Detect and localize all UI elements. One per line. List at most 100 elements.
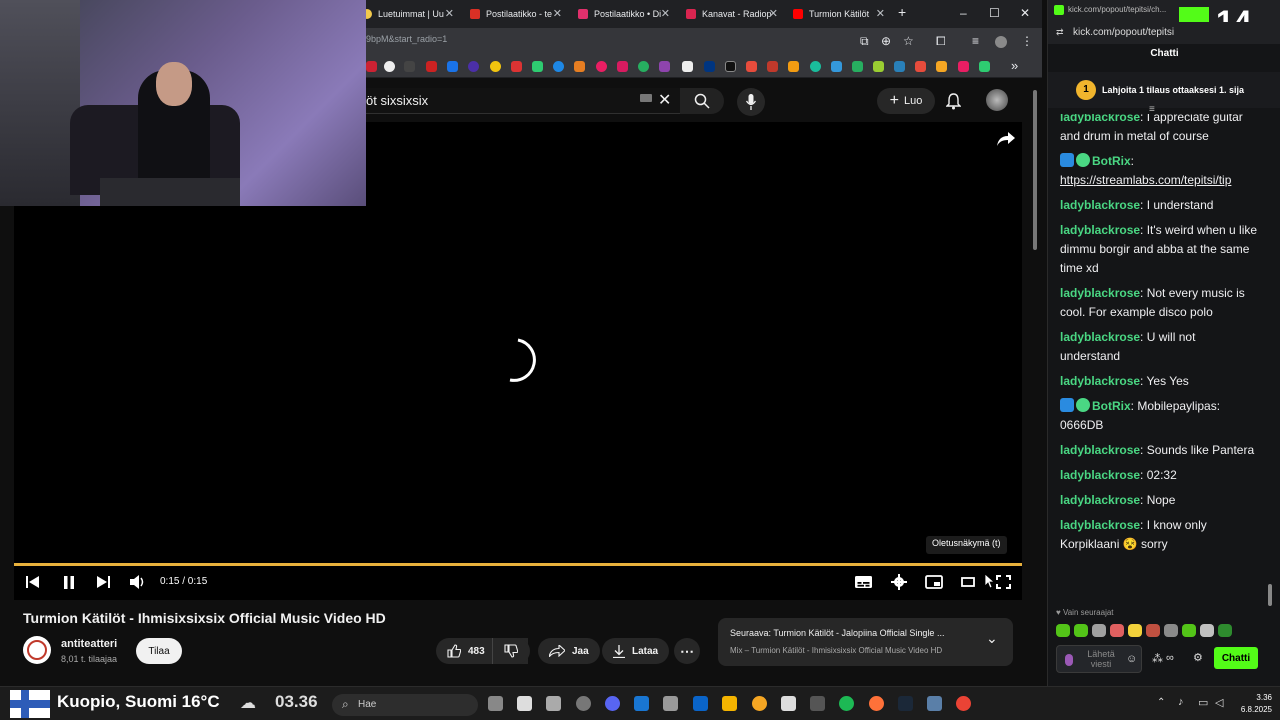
share-arrow-icon[interactable] — [997, 132, 1015, 146]
minimize-button[interactable]: – — [960, 6, 967, 20]
close-tab-icon[interactable]: ✕ — [445, 7, 454, 20]
download-button[interactable]: Lataa — [602, 638, 670, 664]
bookmarks-overflow-icon[interactable]: » — [1011, 58, 1018, 73]
bookmark-icon[interactable] — [831, 61, 842, 72]
bookmark-icon[interactable] — [915, 61, 926, 72]
app-icon[interactable] — [576, 696, 591, 711]
chrome-icon[interactable] — [956, 696, 971, 711]
dislike-button[interactable] — [492, 638, 530, 664]
bookmark-icon[interactable] — [596, 61, 607, 72]
task-view-icon[interactable] — [488, 696, 503, 711]
chevron-up-icon[interactable]: ⌃ — [1157, 697, 1165, 708]
tab-radio[interactable]: Kanavat - Radiop ✕ — [686, 4, 778, 24]
chat-scrollbar[interactable] — [1268, 584, 1272, 606]
chevron-down-icon[interactable]: ⌄ — [986, 630, 998, 647]
notifications-bell-icon[interactable] — [946, 93, 961, 110]
subtitles-icon[interactable] — [855, 576, 872, 588]
emoji-icon[interactable]: ☺ — [1126, 653, 1137, 665]
settings-toggle-icon[interactable]: ⇄ — [1056, 27, 1064, 38]
miniplayer-icon[interactable] — [925, 575, 943, 589]
settings-icon[interactable]: ⚙ — [1193, 651, 1203, 664]
close-tab-icon[interactable]: ✕ — [769, 7, 778, 20]
app-icon[interactable] — [752, 696, 767, 711]
emote-icon[interactable] — [1092, 624, 1106, 637]
previous-icon[interactable] — [26, 576, 40, 588]
search-input[interactable]: öt sixsixsix ✕ — [366, 88, 680, 114]
chat-username[interactable]: ladyblackrose — [1060, 374, 1140, 388]
bookmark-icon[interactable] — [704, 61, 715, 72]
subscribe-button[interactable]: Tilaa — [136, 638, 182, 664]
profile-avatar[interactable] — [995, 36, 1007, 48]
chat-username[interactable]: ladyblackrose — [1060, 468, 1140, 482]
emote-icon[interactable] — [1056, 624, 1070, 637]
emote-icon[interactable] — [1110, 624, 1124, 637]
emote-icon[interactable] — [1146, 624, 1160, 637]
menu-kebab-icon[interactable]: ⋮ — [1021, 34, 1033, 48]
chat-text[interactable]: https://streamlabs.com/tepitsi/tip — [1060, 173, 1231, 187]
close-tab-icon[interactable]: ✕ — [661, 7, 670, 20]
emote-icon[interactable] — [1218, 624, 1232, 637]
app-icon[interactable] — [781, 696, 796, 711]
search-button[interactable] — [680, 88, 724, 114]
keyboard-icon[interactable] — [640, 94, 652, 102]
page-scrollbar[interactable] — [1030, 80, 1040, 680]
microphone-icon[interactable] — [1065, 654, 1073, 666]
firefox-icon[interactable] — [869, 696, 884, 711]
bookmark-star-icon[interactable]: ☆ — [903, 34, 914, 48]
file-explorer-icon[interactable] — [722, 696, 737, 711]
volume-icon[interactable]: ◁ — [1215, 696, 1223, 709]
bookmark-icon[interactable] — [979, 61, 990, 72]
tab-instagram[interactable]: Postilaatikko • Di ✕ — [578, 4, 670, 24]
bookmark-icon[interactable] — [366, 61, 377, 72]
app-icon[interactable] — [810, 696, 825, 711]
bookmark-icon[interactable] — [958, 61, 969, 72]
chat-message-input[interactable]: Lähetä viesti ☺ — [1056, 645, 1142, 673]
channel-name[interactable]: antiteatteri — [61, 638, 117, 650]
bookmark-icon[interactable] — [894, 61, 905, 72]
create-button[interactable]: + Luo — [877, 88, 935, 114]
calculator-icon[interactable] — [634, 696, 649, 711]
bookmark-icon[interactable] — [468, 61, 479, 72]
settings-icon[interactable] — [663, 696, 678, 711]
bookmark-icon[interactable] — [659, 61, 670, 72]
emote-icon[interactable] — [1074, 624, 1088, 637]
stats-app-icon[interactable] — [517, 696, 532, 711]
weather-widget[interactable]: Kuopio, Suomi 16°C — [57, 692, 220, 712]
bookmark-icon[interactable] — [936, 61, 947, 72]
chat-username[interactable]: ladyblackrose — [1060, 493, 1140, 507]
account-avatar[interactable] — [986, 89, 1008, 111]
emote-icon[interactable] — [1182, 624, 1196, 637]
close-tab-icon[interactable]: ✕ — [553, 7, 562, 20]
bookmark-icon[interactable] — [788, 61, 799, 72]
chat-send-button[interactable]: Chatti — [1214, 647, 1258, 669]
app-icon[interactable] — [546, 696, 561, 711]
chat-url[interactable]: kick.com/popout/tepitsi — [1073, 27, 1174, 38]
bookmark-icon[interactable] — [384, 61, 395, 72]
maximize-button[interactable]: ☐ — [989, 6, 1000, 20]
emote-icon[interactable] — [1128, 624, 1142, 637]
system-clock[interactable]: 3.36 6.8.2025 — [1234, 692, 1272, 716]
bookmark-icon[interactable] — [404, 61, 415, 72]
bookmark-icon[interactable] — [638, 61, 649, 72]
pinned-gift-banner[interactable]: 1 Lahjoita 1 tilaus ottaaksesi 1. sija ≡ — [1048, 72, 1280, 115]
spotify-icon[interactable] — [839, 696, 854, 711]
video-progress-bar[interactable] — [14, 563, 1022, 566]
url-field[interactable]: 9bpM&start_radio=1 — [366, 34, 447, 44]
bookmark-icon[interactable] — [511, 61, 522, 72]
theater-mode-icon[interactable] — [961, 577, 975, 587]
close-tab-icon[interactable]: ✕ — [876, 7, 885, 20]
next-icon[interactable] — [96, 576, 110, 588]
bookmark-icon[interactable] — [810, 61, 821, 72]
install-app-icon[interactable]: ⧉ — [860, 34, 869, 49]
chat-username[interactable]: BotRix — [1092, 154, 1131, 168]
chat-username[interactable]: ladyblackrose — [1060, 330, 1140, 344]
microphone-icon[interactable]: ♪ — [1178, 696, 1184, 708]
bookmark-icon[interactable] — [746, 61, 757, 72]
extensions-icon[interactable]: ⁂ — [1152, 652, 1163, 665]
network-icon[interactable]: ▭ — [1198, 696, 1208, 709]
steam-icon[interactable] — [898, 696, 913, 711]
new-tab-button[interactable]: + — [898, 4, 906, 20]
app-icon[interactable] — [927, 696, 942, 711]
bookmark-icon[interactable] — [574, 61, 585, 72]
bookmark-icon[interactable] — [767, 61, 778, 72]
